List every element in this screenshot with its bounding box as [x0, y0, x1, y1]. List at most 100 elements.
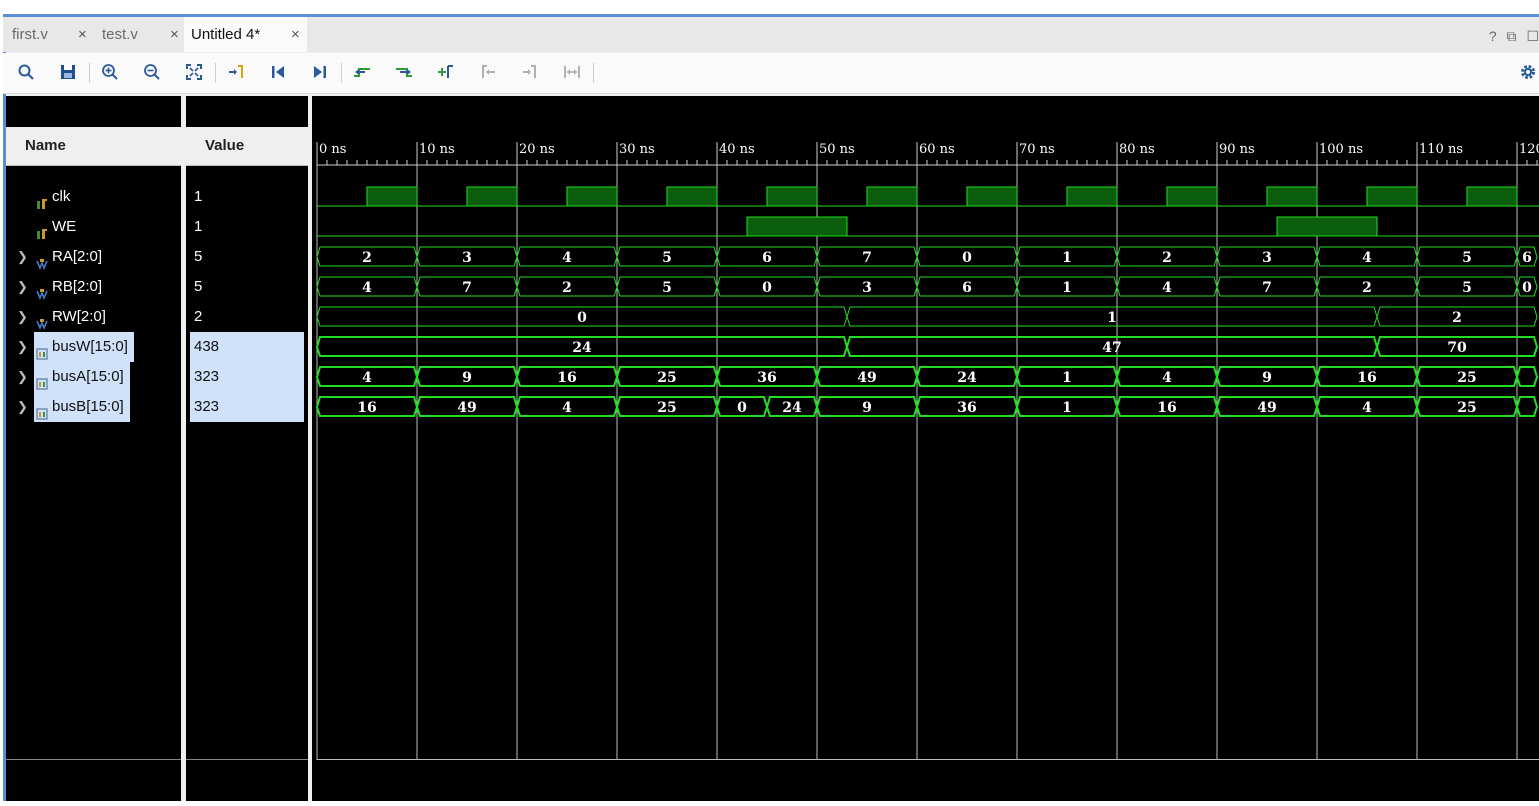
bus-value-label: 70: [1447, 340, 1467, 356]
maximize-icon[interactable]: ☐: [1526, 28, 1539, 44]
toolbar-divider: [89, 63, 90, 83]
time-tick-label: 50 ns: [819, 142, 855, 157]
signal-high-pulse: [866, 186, 918, 207]
bus-value-label: 25: [657, 400, 676, 416]
bus-value-label: 6: [1522, 250, 1532, 266]
bus-value-label: 16: [357, 400, 376, 416]
next-transition-icon[interactable]: [393, 61, 415, 83]
previous-marker-icon[interactable]: [477, 61, 499, 83]
window-controls: ? ⧉ ☐: [1483, 28, 1539, 45]
waveform-panel[interactable]: 0 ns 10 ns 20 ns 30 ns 40 ns 50 ns 60 ns 70 ns 8…: [312, 96, 1539, 801]
bus-value-label: 47: [1102, 340, 1121, 356]
name-column-header[interactable]: Name: [6, 127, 181, 166]
tab-label: Untitled 4*: [191, 26, 261, 43]
zoom-in-icon[interactable]: [99, 61, 121, 83]
signal-row-rw[interactable]: ❯ RW[2:0]: [6, 302, 181, 332]
next-marker-icon[interactable]: [519, 61, 541, 83]
bus-value-label: 0: [737, 400, 747, 416]
signal-value[interactable]: 5: [186, 242, 308, 272]
time-tick-label: 70 ns: [1019, 142, 1055, 157]
signal-value[interactable]: 5: [186, 272, 308, 302]
signal-name: busA[15:0]: [34, 362, 130, 392]
chevron-right-icon[interactable]: ❯: [17, 392, 28, 422]
tab-first-v[interactable]: first.v ×: [3, 17, 95, 52]
signal-high-pulse: [766, 186, 818, 207]
bus-value-label: 2: [1362, 280, 1372, 296]
bus-value-label: 7: [1262, 280, 1272, 296]
signal-row-rb[interactable]: ❯ RB[2:0]: [6, 272, 181, 302]
chevron-right-icon[interactable]: ❯: [17, 332, 28, 362]
bus-value-label: 5: [662, 250, 672, 266]
tab-test-v[interactable]: test.v ×: [96, 17, 183, 52]
signal-row-busw[interactable]: ❯ busW[15:0]: [6, 332, 181, 362]
signal-row-clk[interactable]: clk: [6, 182, 181, 212]
signal-value[interactable]: 2: [186, 302, 308, 332]
help-icon[interactable]: ?: [1489, 28, 1497, 44]
signal-name: busB[15:0]: [34, 392, 130, 422]
bus-value-label: 4: [1162, 280, 1172, 296]
bus-value-label: 4: [362, 370, 372, 386]
signal-high-pulse: [1466, 186, 1518, 207]
bus-value-label: 1: [1062, 400, 1072, 416]
time-tick-label: 40 ns: [719, 142, 755, 157]
signal-row-busa[interactable]: ❯ busA[15:0]: [6, 362, 181, 392]
bus-value-label: 4: [1362, 400, 1372, 416]
bit-signal-icon: [36, 221, 48, 239]
swap-cursors-icon[interactable]: [561, 61, 583, 83]
bus-value-label: 9: [462, 370, 472, 386]
waveform-canvas[interactable]: 0 ns 10 ns 20 ns 30 ns 40 ns 50 ns 60 ns 70 ns 8…: [312, 96, 1539, 801]
signal-high-pulse: [966, 186, 1018, 207]
time-tick-label: 60 ns: [919, 142, 955, 157]
signal-name-panel: Name clk WE ❯ RA[2:0] ❯ RB[2:0] ❯ RW[2:0] ❯ busW[…: [6, 96, 181, 801]
go-to-last-time-icon[interactable]: [309, 61, 331, 83]
bus-signal-icon: [36, 281, 48, 301]
signal-row-we[interactable]: WE: [6, 212, 181, 242]
bit-signal-icon: [36, 191, 48, 209]
signal-value[interactable]: 323: [190, 392, 304, 422]
tab-untitled-4[interactable]: Untitled 4* ×: [184, 17, 307, 52]
bus-value-label: 49: [457, 400, 476, 416]
bus-value-label: 16: [1357, 370, 1376, 386]
signal-high-pulse: [466, 186, 518, 207]
toolbar-divider: [341, 63, 342, 83]
save-icon[interactable]: [57, 61, 79, 83]
signal-value[interactable]: 323: [190, 362, 304, 392]
chevron-right-icon[interactable]: ❯: [17, 302, 28, 332]
signal-value[interactable]: 438: [190, 332, 304, 362]
bus-value-label: 7: [462, 280, 472, 296]
bus-value-label: 49: [857, 370, 876, 386]
gear-icon[interactable]: [1519, 63, 1537, 81]
zoom-out-icon[interactable]: [141, 61, 163, 83]
signal-value-panel: Value 1 1 5 5 2 438 323 323: [186, 96, 308, 801]
previous-transition-icon[interactable]: [351, 61, 373, 83]
close-icon[interactable]: ×: [170, 17, 179, 53]
zoom-fit-icon[interactable]: [183, 61, 205, 83]
search-icon[interactable]: [15, 61, 37, 83]
chevron-right-icon[interactable]: ❯: [17, 242, 28, 272]
signal-value[interactable]: 1: [186, 182, 308, 212]
bus-value-label: 2: [362, 250, 372, 266]
add-marker-icon[interactable]: [435, 61, 457, 83]
close-icon[interactable]: ×: [78, 17, 87, 53]
restore-icon[interactable]: ⧉: [1507, 28, 1517, 44]
go-to-time-zero-icon[interactable]: [267, 61, 289, 83]
bus-value-label: 0: [962, 250, 972, 266]
signal-value[interactable]: 1: [186, 212, 308, 242]
go-to-cursor-icon[interactable]: [225, 61, 247, 83]
bus-value-label: 9: [1262, 370, 1272, 386]
close-icon[interactable]: ×: [291, 17, 300, 53]
bus-value-label: 49: [1257, 400, 1276, 416]
bus-value-label: 2: [1452, 310, 1462, 326]
signal-value-text: 5: [194, 278, 203, 295]
signal-name: RA[2:0]: [52, 248, 103, 265]
bus-value-label: 0: [1522, 280, 1532, 296]
bus-value-label: 6: [962, 280, 972, 296]
name-header-label: Name: [25, 137, 66, 154]
value-column-header[interactable]: Value: [186, 127, 308, 166]
chevron-right-icon[interactable]: ❯: [17, 272, 28, 302]
signal-row-ra[interactable]: ❯ RA[2:0]: [6, 242, 181, 272]
time-tick-label: 100 ns: [1319, 142, 1363, 157]
chevron-right-icon[interactable]: ❯: [17, 362, 28, 392]
time-tick-label: 20 ns: [519, 142, 555, 157]
signal-row-busb[interactable]: ❯ busB[15:0]: [6, 392, 181, 422]
